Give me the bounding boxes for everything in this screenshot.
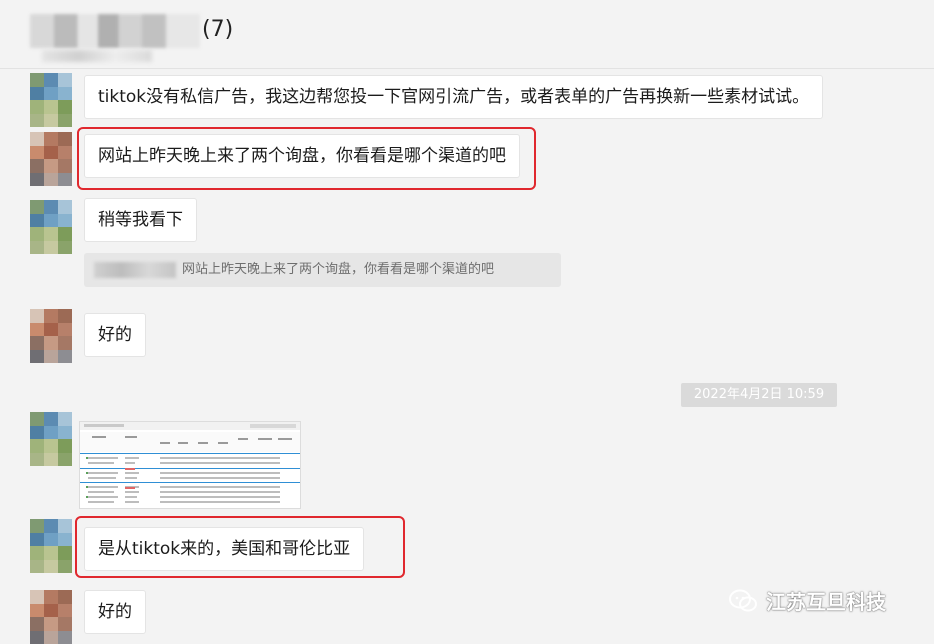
- message-bubble[interactable]: 好的: [84, 590, 146, 634]
- avatar[interactable]: [30, 132, 72, 186]
- chat-title-redacted: [30, 14, 200, 48]
- avatar[interactable]: [30, 73, 72, 127]
- spreadsheet-thumbnail: [80, 422, 300, 503]
- highlight-box: [77, 127, 536, 190]
- avatar[interactable]: [30, 200, 72, 254]
- quoted-sender-redacted: [94, 262, 176, 278]
- timestamp: 2022年4月2日 10:59: [681, 383, 837, 407]
- image-message[interactable]: [79, 421, 301, 509]
- highlight-box: [75, 516, 405, 578]
- watermark: 江苏互旦科技: [728, 586, 886, 615]
- avatar[interactable]: [30, 519, 72, 573]
- quoted-message[interactable]: 网站上昨天晚上来了两个询盘，你看看是哪个渠道的吧: [84, 253, 561, 287]
- chat-title-redacted-shadow: [42, 50, 152, 62]
- avatar[interactable]: [30, 590, 72, 644]
- avatar[interactable]: [30, 309, 72, 363]
- message-bubble[interactable]: 好的: [84, 313, 146, 357]
- message-bubble[interactable]: 稍等我看下: [84, 198, 197, 242]
- message-bubble[interactable]: tiktok没有私信广告，我这边帮您投一下官网引流广告，或者表单的广告再换新一些…: [84, 75, 824, 119]
- wechat-icon: [729, 589, 757, 611]
- avatar[interactable]: [30, 412, 72, 466]
- quoted-text: 网站上昨天晚上来了两个询盘，你看看是哪个渠道的吧: [182, 262, 495, 277]
- member-count: (7): [202, 17, 234, 42]
- chat-header: (7): [0, 0, 934, 69]
- watermark-text: 江苏互旦科技: [766, 590, 886, 614]
